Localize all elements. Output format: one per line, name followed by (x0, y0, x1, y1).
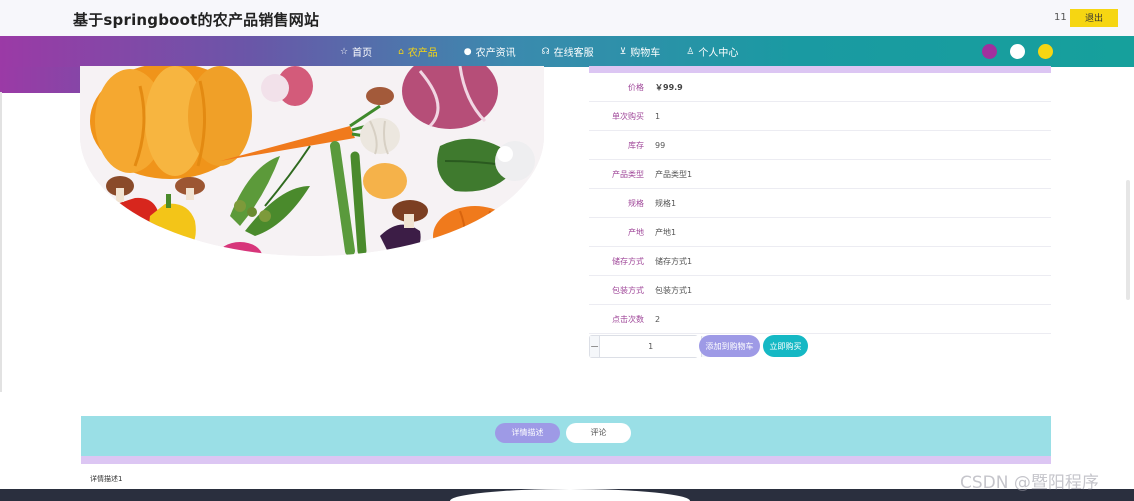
detail-row-clicks: 点击次数 2 (589, 305, 1051, 334)
nav-item-cart[interactable]: ⊻ 购物车 (619, 44, 661, 60)
detail-label: 点击次数 (612, 314, 644, 324)
detail-label: 产地 (628, 227, 644, 237)
left-edge (0, 92, 2, 392)
add-to-cart-button[interactable]: 添加到购物车 (699, 335, 760, 357)
nav-item-user-center[interactable]: ♙ 个人中心 (686, 44, 739, 60)
nav-item-label: 农产品 (407, 48, 438, 59)
nav-item-service[interactable]: ☊ 在线客服 (541, 44, 594, 60)
detail-description-text: 详情描述1 (90, 475, 123, 483)
detail-label: 产品类型 (612, 169, 644, 179)
detail-value: 99 (655, 140, 666, 150)
news-icon: ● (463, 46, 472, 57)
watermark: CSDN @暨阳程序 (960, 473, 1099, 493)
nav-items: ☆ 首页 ⌂ 农产品 ● 农产资讯 ☊ 在线客服 ⊻ 购物车 ♙ 个人中心 (340, 36, 764, 67)
detail-value: 产地1 (655, 227, 677, 237)
user-icon: ♙ (686, 46, 695, 57)
detail-label: 单次购买 (612, 111, 644, 121)
user-name: 11 (1054, 12, 1067, 23)
tab-comments[interactable]: 评论 (566, 423, 631, 443)
tab-bottom-strip (81, 456, 1051, 464)
detail-value: ￥99.9 (655, 82, 683, 92)
detail-value: 2 (655, 314, 661, 324)
detail-row-origin: 产地 产地1 (589, 218, 1051, 247)
detail-label: 库存 (628, 140, 644, 150)
detail-row-packaging: 包装方式 包装方式1 (589, 276, 1051, 305)
detail-value: 包装方式1 (655, 285, 693, 295)
theme-purple-dot[interactable] (982, 44, 997, 59)
nav-item-news[interactable]: ● 农产资讯 (463, 44, 516, 60)
nav-item-label: 购物车 (630, 48, 661, 59)
pumpkin-shape (90, 66, 252, 179)
product-detail-panel: 价格 ￥99.9 单次购买 1 库存 99 产品类型 产品类型1 规格 规格1 … (589, 66, 1051, 334)
scrollbar-thumb[interactable] (1126, 180, 1130, 300)
detail-row-spec: 规格 规格1 (589, 189, 1051, 218)
detail-row-storage: 储存方式 储存方式1 (589, 247, 1051, 276)
cart-icon: ⊻ (619, 46, 627, 57)
main-nav: ☆ 首页 ⌂ 农产品 ● 农产资讯 ☊ 在线客服 ⊻ 购物车 ♙ 个人中心 (0, 36, 1134, 67)
theme-white-dot[interactable] (1010, 44, 1025, 59)
detail-label: 储存方式 (612, 256, 644, 266)
quantity-input[interactable] (599, 336, 703, 357)
nav-item-label: 在线客服 (553, 48, 594, 59)
detail-top-strip (589, 66, 1051, 73)
detail-value: 规格1 (655, 198, 677, 208)
nav-item-label: 个人中心 (698, 48, 739, 59)
bag-icon: ⌂ (398, 46, 404, 57)
detail-label: 价格 (628, 82, 644, 92)
detail-value: 储存方式1 (655, 256, 693, 266)
buy-now-button[interactable]: 立即购买 (763, 335, 808, 357)
detail-value: 产品类型1 (655, 169, 693, 179)
nav-item-home[interactable]: ☆ 首页 (340, 44, 373, 60)
logout-button[interactable]: 退出 (1070, 9, 1118, 27)
service-icon: ☊ (541, 46, 550, 57)
decrease-button[interactable]: − (590, 336, 600, 357)
nav-item-label: 首页 (352, 48, 373, 59)
detail-label: 规格 (628, 198, 644, 208)
detail-row-stock: 库存 99 (589, 131, 1051, 160)
nav-item-products[interactable]: ⌂ 农产品 (398, 44, 438, 60)
home-icon: ☆ (340, 46, 349, 57)
nav-item-label: 农产资讯 (475, 48, 516, 59)
detail-row-price: 价格 ￥99.9 (589, 73, 1051, 102)
detail-value: 1 (655, 111, 661, 121)
top-bar: 基于springboot的农产品销售网站 11 退出 (0, 0, 1134, 37)
tab-detail-description[interactable]: 详情描述 (495, 423, 560, 443)
detail-row-product-type: 产品类型 产品类型1 (589, 160, 1051, 189)
vegetables-illustration (80, 66, 544, 256)
detail-label: 包装方式 (612, 285, 644, 295)
site-title: 基于springboot的农产品销售网站 (73, 11, 320, 29)
detail-row-single-purchase: 单次购买 1 (589, 102, 1051, 131)
theme-yellow-dot[interactable] (1038, 44, 1053, 59)
quantity-stepper: − + (589, 335, 712, 358)
product-image (80, 66, 544, 256)
